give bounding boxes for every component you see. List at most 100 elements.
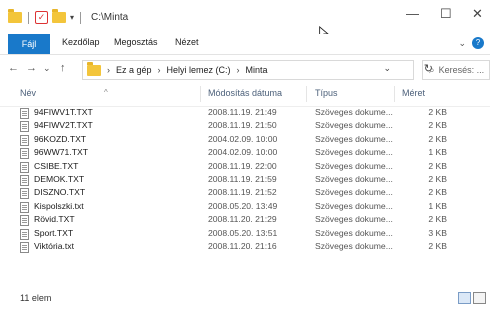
file-date: 2004.02.09. 10:00 — [208, 133, 278, 144]
file-name: Viktória.txt — [34, 240, 74, 251]
file-size: 2 KB — [428, 187, 447, 198]
text-file-icon — [20, 188, 29, 200]
recent-locations-button[interactable]: ⌄ — [43, 63, 51, 74]
file-row[interactable]: 96WW71.TXT 2004.02.09. 10:00 Szöveges doku… — [0, 146, 490, 160]
large-icons-view-icon[interactable] — [473, 292, 486, 304]
text-file-icon — [20, 108, 29, 119]
window-title: C:\Minta — [91, 12, 129, 23]
properties-icon[interactable]: ✓ — [35, 11, 48, 24]
breadcrumb-separator[interactable]: › — [107, 65, 110, 75]
new-folder-icon[interactable] — [52, 9, 66, 23]
breadcrumb-minta[interactable]: Minta — [246, 65, 268, 75]
file-type: Szöveges dokume... — [315, 200, 393, 211]
back-button[interactable]: ← — [8, 62, 19, 74]
file-size: 2 KB — [428, 120, 447, 131]
file-list: 94FIWV1T.TXT 2008.11.19. 21:49 Szöveges do… — [0, 106, 490, 253]
tab-view[interactable]: Nézet — [175, 37, 199, 47]
breadcrumb-this-pc[interactable]: Ez a gép — [116, 65, 152, 75]
text-file-icon — [20, 201, 29, 213]
file-size: 3 KB — [428, 227, 447, 238]
file-name: 94FIWV1T.TXT — [34, 107, 93, 117]
file-size: 2 KB — [428, 173, 447, 184]
search-input[interactable]: ⌕ Keresés: ... — [422, 60, 490, 80]
breadcrumb-separator[interactable]: › — [237, 65, 240, 75]
file-row[interactable]: CSIBE.TXT 2008.11.19. 22:00 Szöveges dokum… — [0, 160, 490, 173]
column-header-type[interactable]: Típus — [315, 88, 338, 98]
file-name: 96WW71.TXT — [34, 147, 88, 158]
tab-home[interactable]: Kezdőlap — [62, 37, 100, 47]
details-view-icon[interactable] — [458, 292, 471, 304]
file-row[interactable]: DEMOK.TXT 2008.11.19. 21:59 Szöveges dokum… — [0, 173, 490, 186]
divider — [80, 11, 82, 24]
file-date: 2008.11.19. 22:00 — [208, 160, 277, 171]
file-row[interactable]: Kispolszki.txt 2008.05.20. 13:49 Szöveges … — [0, 200, 490, 213]
file-row[interactable]: DISZNO.TXT 2008.11.19. 21:52 Szöveges doku… — [0, 186, 490, 200]
tab-share[interactable]: Megosztás — [114, 37, 158, 47]
text-file-icon — [20, 121, 29, 133]
quick-access-toolbar: ✓ ▾ C:\Minta — [8, 9, 129, 24]
divider — [28, 11, 29, 24]
file-type: Szöveges dokume... — [315, 227, 393, 238]
address-bar[interactable]: › Ez a gép › Helyi lemez (C:) › Minta ⌄ … — [82, 60, 433, 80]
file-size: 1 KB — [428, 147, 447, 158]
column-header-date[interactable]: Módosítás dátuma — [208, 88, 282, 98]
file-row[interactable]: 94FIWV1T.TXT 2008.11.19. 21:49 Szöveges do… — [0, 106, 490, 119]
customize-toolbar-icon[interactable]: ▾ — [70, 13, 74, 22]
file-type: Szöveges dokume... — [315, 120, 393, 131]
file-type: Szöveges dokume... — [315, 187, 393, 198]
file-name: Sport.TXT — [34, 227, 74, 238]
file-date: 2008.11.20. 21:29 — [208, 214, 277, 225]
close-button[interactable]: ✕ — [472, 6, 483, 22]
file-name: 94FIWV2T.TXT — [34, 120, 93, 131]
breadcrumb-separator[interactable]: › — [158, 65, 161, 75]
file-size: 2 KB — [428, 107, 447, 117]
ribbon-controls: ⌄ ? — [458, 37, 484, 49]
text-file-icon — [20, 134, 29, 146]
file-date: 2008.11.19. 21:52 — [208, 187, 277, 198]
file-size: 1 KB — [428, 200, 447, 211]
text-file-icon — [20, 215, 29, 227]
minimize-button[interactable]: — — [406, 6, 419, 21]
file-type: Szöveges dokume... — [315, 147, 393, 158]
maximize-button[interactable]: ☐ — [440, 6, 452, 22]
folder-icon — [87, 61, 101, 76]
up-button[interactable]: ↑ — [60, 62, 66, 74]
help-icon[interactable]: ? — [472, 37, 484, 49]
file-type: Szöveges dokume... — [315, 214, 393, 225]
file-type: Szöveges dokume... — [315, 160, 393, 171]
file-type: Szöveges dokume... — [315, 107, 393, 117]
file-row[interactable]: Sport.TXT 2008.05.20. 13:51 Szöveges dokum… — [0, 227, 490, 240]
file-name: 96KOZD.TXT — [34, 133, 87, 144]
file-type: Szöveges dokume... — [315, 173, 393, 184]
file-size: 2 KB — [428, 240, 447, 251]
file-row[interactable]: 94FIWV2T.TXT 2008.11.19. 21:50 Szöveges do… — [0, 119, 490, 133]
search-placeholder: Keresés: ... — [438, 65, 485, 75]
file-date: 2004.02.09. 10:00 — [208, 147, 278, 158]
file-row[interactable]: Rövid.TXT 2008.11.20. 21:29 Szöveges dokum… — [0, 213, 490, 227]
ribbon-collapse-icon[interactable]: ⌄ — [458, 38, 466, 49]
file-name: DEMOK.TXT — [34, 173, 85, 184]
view-switcher — [458, 292, 486, 304]
file-type: Szöveges dokume... — [315, 133, 393, 144]
file-date: 2008.11.19. 21:49 — [208, 107, 277, 117]
column-divider[interactable] — [394, 86, 395, 102]
column-divider[interactable] — [200, 86, 201, 102]
file-row[interactable]: Viktória.txt 2008.11.20. 21:16 Szöveges do… — [0, 240, 490, 253]
forward-button[interactable]: → — [26, 62, 37, 74]
tab-file[interactable]: Fájl — [8, 34, 50, 54]
navigation-bar: ← → ⌄ ↑ › Ez a gép › Helyi lemez (C:) › … — [0, 56, 490, 82]
file-size: 2 KB — [428, 133, 447, 144]
column-header-name[interactable]: Név — [20, 88, 36, 98]
file-row[interactable]: 96KOZD.TXT 2004.02.09. 10:00 Szöveges doku… — [0, 133, 490, 146]
file-size: 2 KB — [428, 214, 447, 225]
column-header-row: Név ^ Módosítás dátuma Típus Méret — [0, 82, 490, 107]
file-date: 2008.11.19. 21:59 — [208, 173, 277, 184]
column-divider[interactable] — [306, 86, 307, 102]
address-dropdown-icon[interactable]: ⌄ — [383, 63, 391, 74]
file-name: Rövid.TXT — [34, 214, 75, 225]
breadcrumb-local-disk[interactable]: Helyi lemez (C:) — [167, 65, 231, 75]
text-file-icon — [20, 241, 29, 253]
column-header-size[interactable]: Méret — [402, 88, 425, 98]
file-name: Kispolszki.txt — [34, 200, 84, 211]
file-date: 2008.11.19. 21:50 — [208, 120, 277, 131]
